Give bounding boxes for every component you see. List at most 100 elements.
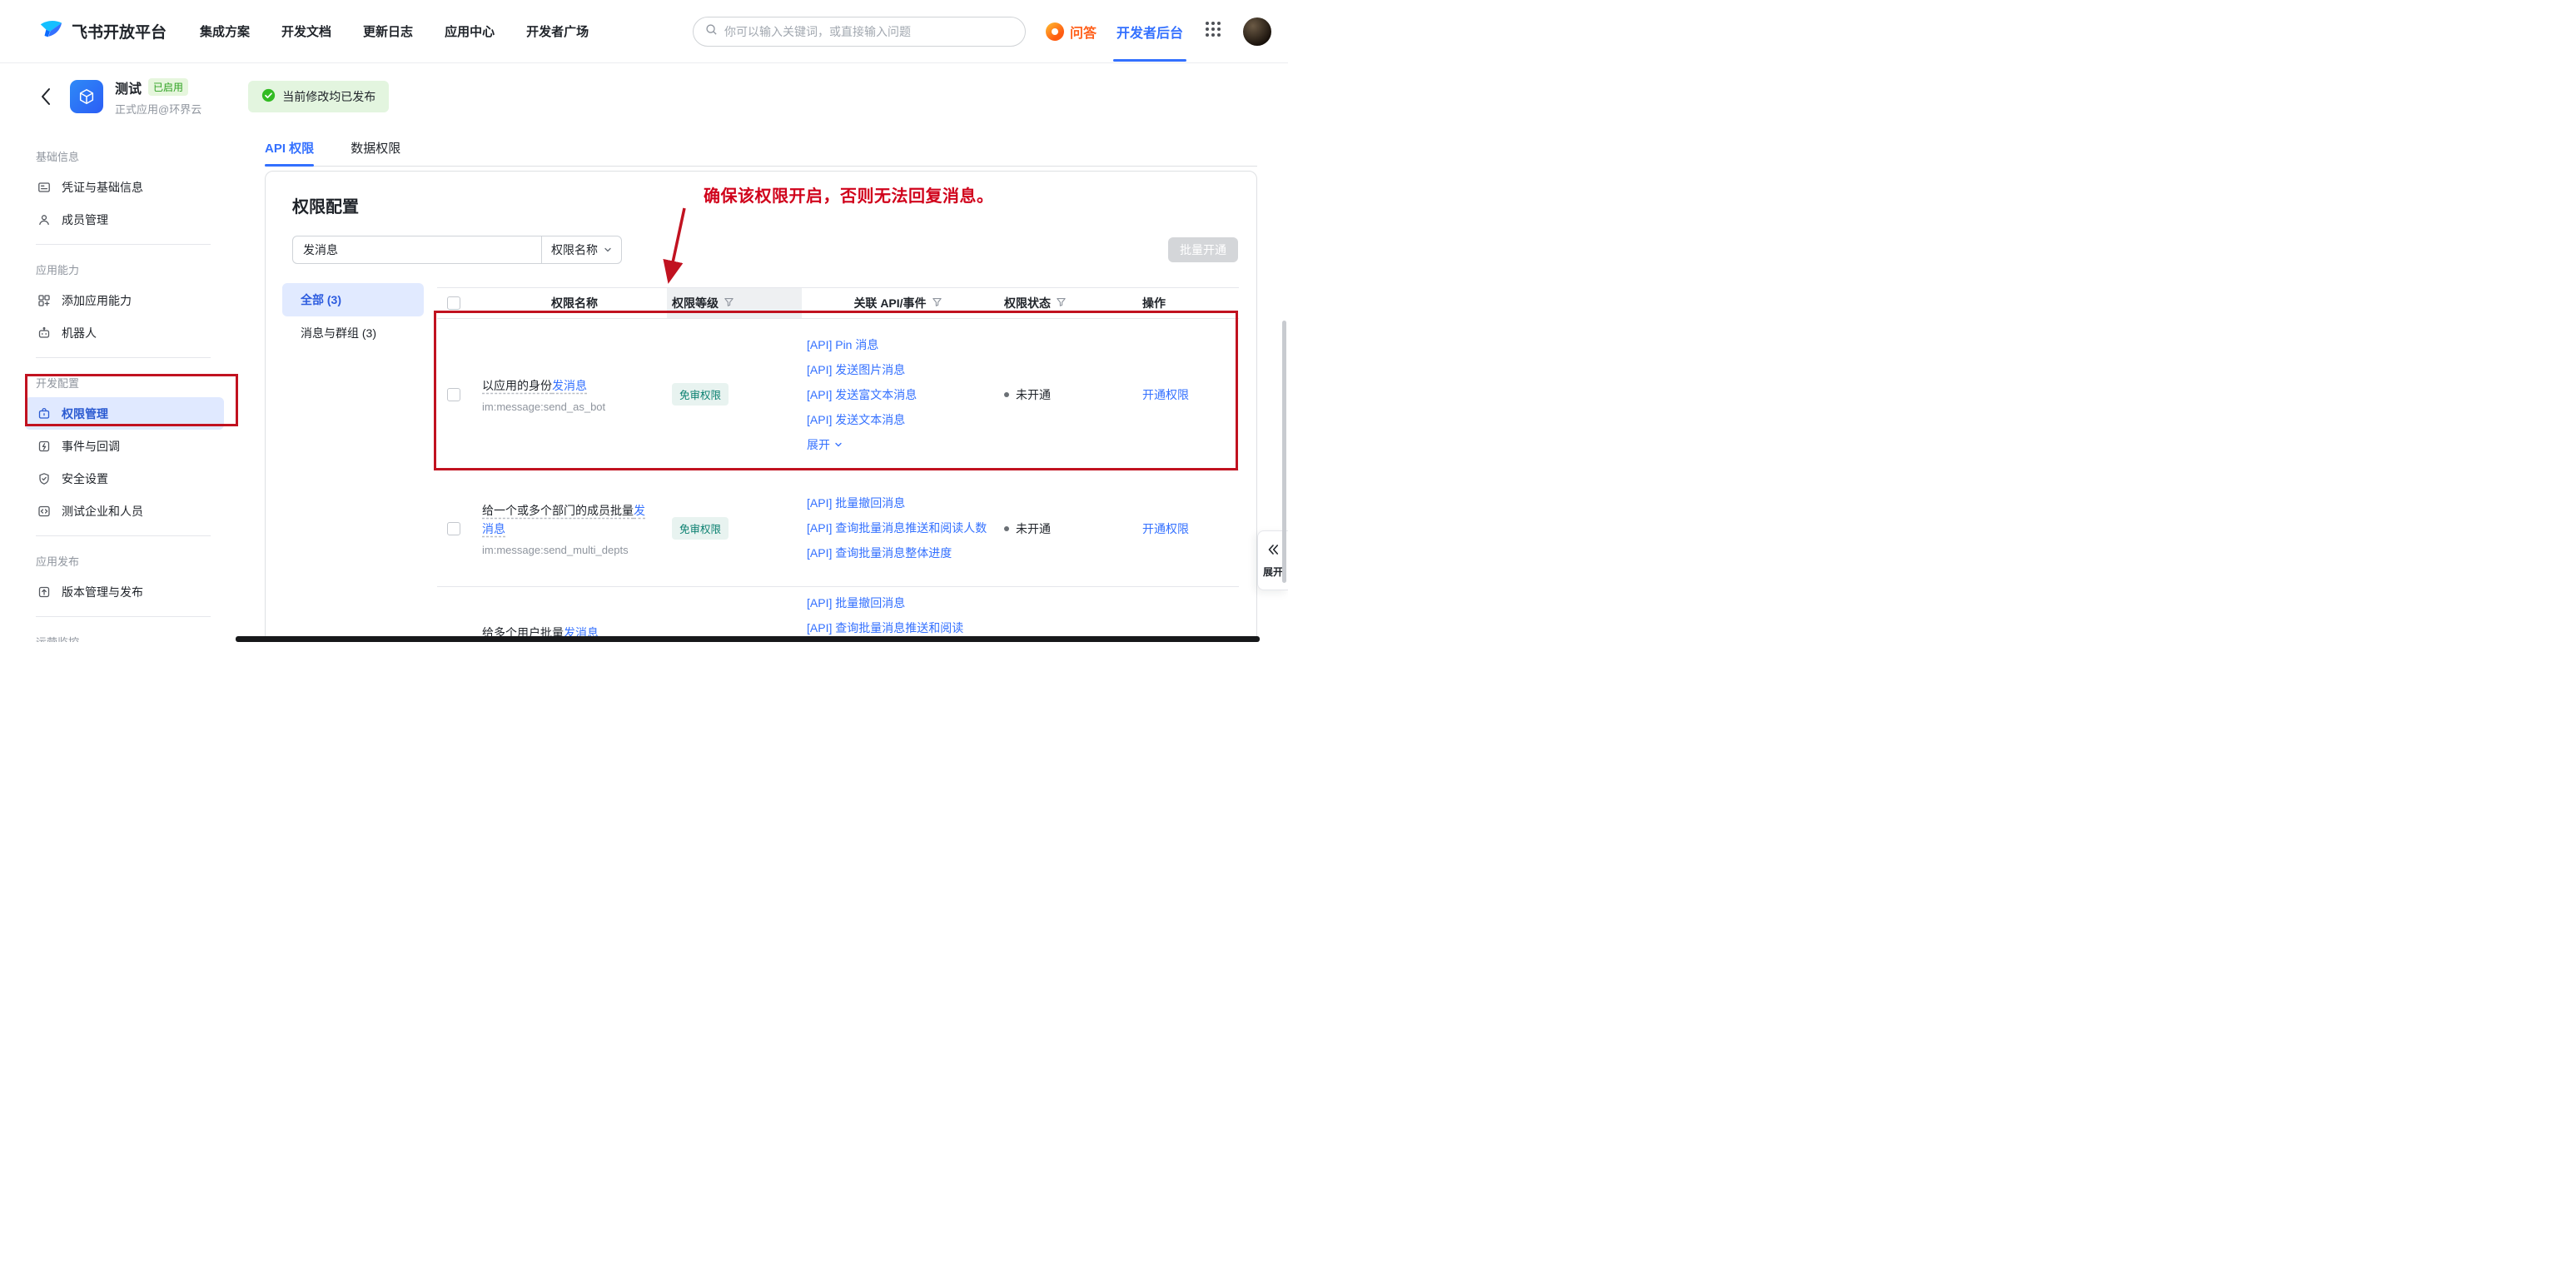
search-icon <box>705 23 718 40</box>
scope-subnav: 全部 (3) 消息与群组 (3) <box>282 283 424 350</box>
header-apis: 关联 API/事件 <box>802 288 989 318</box>
enabled-badge: 已启用 <box>148 78 188 96</box>
api-link[interactable]: [API] 发送文本消息 <box>807 411 989 429</box>
vertical-scrollbar[interactable] <box>1282 321 1286 583</box>
double-chevron-left-icon <box>1266 543 1280 560</box>
app-subtitle: 正式应用@环界云 <box>115 101 201 117</box>
app-header: 测试 已启用 正式应用@环界云 当前修改均已发布 <box>0 63 1288 130</box>
sidebar-item-members[interactable]: 成员管理 <box>25 203 224 236</box>
divider <box>36 616 211 617</box>
permission-code: im:message:send_as_bot <box>482 401 667 413</box>
header-status: 权限状态 <box>989 288 1131 318</box>
global-search-input[interactable] <box>724 25 1013 38</box>
header-action: 操作 <box>1131 288 1239 318</box>
header-level: 权限等级 <box>667 288 802 318</box>
permission-name[interactable]: 以应用的身份发消息 <box>482 376 649 395</box>
sidebar-item-security[interactable]: 安全设置 <box>25 462 224 495</box>
card-title: 权限配置 <box>292 193 359 217</box>
status-dot-icon <box>1004 526 1009 531</box>
sidebar-item-credentials[interactable]: 凭证与基础信息 <box>25 171 224 203</box>
id-card-icon <box>37 180 52 195</box>
sidebar: 基础信息 凭证与基础信息 成员管理 应用能力 添加应用能力 机器人 开发配置 <box>0 130 236 642</box>
sidebar-item-permissions[interactable]: 权限管理 <box>25 397 224 430</box>
page: 飞书开放平台 集成方案 开发文档 更新日志 应用中心 开发者广场 问答 开发者后… <box>0 0 1288 642</box>
main-content: API 权限 数据权限 权限配置 权限名称 批量开通 全部 (3) 消息与群组 … <box>236 130 1288 642</box>
header-name: 权限名称 <box>477 288 667 318</box>
search-filter-select[interactable]: 权限名称 <box>541 236 621 263</box>
filter-icon[interactable] <box>724 296 734 310</box>
api-link[interactable]: [API] 查询批量消息推送和阅读人数 <box>807 520 989 537</box>
permission-name[interactable]: 给一个或多个部门的成员批量发消息 <box>482 501 649 538</box>
back-button[interactable] <box>35 86 57 107</box>
person-icon <box>37 212 52 227</box>
sidebar-section-dev-config: 开发配置 <box>0 366 236 397</box>
permission-tabs: API 权限 数据权限 <box>265 130 1257 167</box>
select-all-checkbox[interactable] <box>447 296 460 310</box>
filter-icon[interactable] <box>1056 296 1067 310</box>
expander-label: 展开 <box>1263 565 1283 579</box>
api-link[interactable]: [API] 查询批量消息推送和阅读 <box>807 620 989 637</box>
nav-item-changelog[interactable]: 更新日志 <box>363 22 413 40</box>
row-checkbox[interactable] <box>447 388 460 401</box>
global-search[interactable] <box>693 17 1026 47</box>
annotation-arrow <box>656 205 696 288</box>
feishu-logo-icon <box>38 17 63 47</box>
api-link[interactable]: [API] 发送图片消息 <box>807 361 989 379</box>
grant-permission-link[interactable]: 开通权限 <box>1142 386 1189 403</box>
status-dot-icon <box>1004 392 1009 397</box>
nav-item-docs[interactable]: 开发文档 <box>281 22 331 40</box>
qa-link[interactable]: 问答 <box>1046 22 1097 42</box>
brand[interactable]: 飞书开放平台 <box>38 17 167 47</box>
api-link[interactable]: [API] 发送富文本消息 <box>807 386 989 404</box>
app-meta: 测试 已启用 正式应用@环界云 <box>115 77 201 117</box>
level-badge: 免审权限 <box>672 383 729 406</box>
expand-link[interactable]: 展开 <box>807 436 989 453</box>
subnav-message-group[interactable]: 消息与群组 (3) <box>282 316 424 350</box>
divider <box>36 357 211 358</box>
grant-permission-link[interactable]: 开通权限 <box>1142 520 1189 537</box>
api-link[interactable]: [API] 查询批量消息整体进度 <box>807 545 989 562</box>
permission-search-input[interactable] <box>293 236 541 263</box>
sidebar-item-version-release[interactable]: 版本管理与发布 <box>25 575 224 608</box>
robot-icon <box>37 326 52 341</box>
qa-icon <box>1046 22 1064 41</box>
bottom-scrollbar[interactable] <box>236 636 1260 642</box>
sidebar-item-test-org[interactable]: 测试企业和人员 <box>25 495 224 527</box>
subnav-all[interactable]: 全部 (3) <box>282 283 424 316</box>
code-brackets-icon <box>37 504 52 519</box>
tab-api-permissions[interactable]: API 权限 <box>265 130 314 166</box>
status-cell: 未开通 <box>989 319 1131 470</box>
api-link[interactable]: [API] 批量撤回消息 <box>807 595 989 612</box>
nav-item-integration[interactable]: 集成方案 <box>200 22 250 40</box>
user-avatar[interactable] <box>1243 17 1271 46</box>
sidebar-item-bot[interactable]: 机器人 <box>25 316 224 349</box>
app-icon <box>70 80 103 113</box>
nav-item-appcenter[interactable]: 应用中心 <box>445 22 495 40</box>
sidebar-item-events[interactable]: 事件与回调 <box>25 430 224 462</box>
permission-config-card: 权限配置 权限名称 批量开通 全部 (3) 消息与群组 (3) <box>265 171 1257 642</box>
table-row: 给多个用户批量发消息 [API] 批量撤回消息 [API] 查询批量消息推送和阅… <box>437 587 1239 642</box>
status-cell: 未开通 <box>989 470 1131 586</box>
annotation-note: 确保该权限开启，否则无法回复消息。 <box>704 182 994 207</box>
sidebar-item-add-capability[interactable]: 添加应用能力 <box>25 284 224 316</box>
nav-item-devplaza[interactable]: 开发者广场 <box>526 22 589 40</box>
brand-title: 飞书开放平台 <box>72 20 167 42</box>
permissions-table: 权限名称 权限等级 关联 API/事件 权限状态 <box>437 287 1239 642</box>
filter-icon[interactable] <box>932 296 942 310</box>
row-checkbox[interactable] <box>447 522 460 535</box>
sidebar-section-monitor: 运营监控 <box>0 625 236 642</box>
tab-data-permissions[interactable]: 数据权限 <box>351 130 400 166</box>
api-link[interactable]: [API] 批量撤回消息 <box>807 495 989 512</box>
event-callback-icon <box>37 439 52 454</box>
level-badge: 免审权限 <box>672 517 729 540</box>
safe-icon <box>37 406 52 421</box>
api-link[interactable]: [API] Pin 消息 <box>807 336 989 354</box>
table-row: 以应用的身份发消息 im:message:send_as_bot 免审权限 [A… <box>437 319 1239 470</box>
app-name: 测试 <box>115 77 142 97</box>
table-header: 权限名称 权限等级 关联 API/事件 权限状态 <box>437 287 1239 319</box>
apps-grid-icon[interactable] <box>1203 19 1223 43</box>
sidebar-section-release: 应用发布 <box>0 545 236 575</box>
bulk-grant-button[interactable]: 批量开通 <box>1168 237 1238 262</box>
chevron-down-icon <box>834 438 843 451</box>
developer-console-link[interactable]: 开发者后台 <box>1116 22 1183 42</box>
